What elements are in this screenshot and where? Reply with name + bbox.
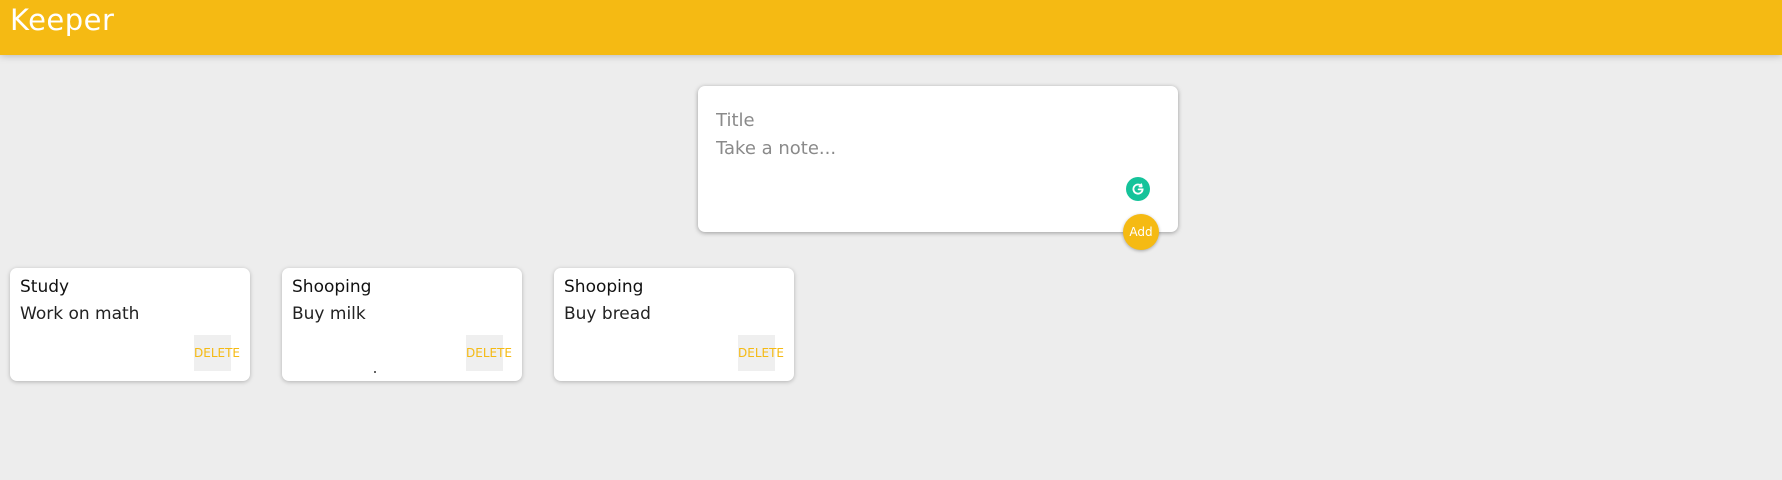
app-header: Keeper xyxy=(0,0,1782,55)
app-logo-text: Keeper xyxy=(10,3,115,37)
add-note-button[interactable]: Add xyxy=(1123,214,1159,250)
note-title: Shooping xyxy=(564,277,644,297)
create-note-form: Add xyxy=(698,86,1178,250)
grammarly-g-glyph xyxy=(1132,183,1144,195)
delete-note-button[interactable]: DELETE xyxy=(738,335,784,371)
note-content-textarea[interactable] xyxy=(716,138,1156,178)
grammarly-icon[interactable] xyxy=(1126,177,1150,201)
note-title: Shooping xyxy=(292,277,372,297)
note-content: Work on math xyxy=(20,304,140,324)
note-title-input[interactable] xyxy=(716,106,1156,134)
note-card: Shooping Buy bread DELETE xyxy=(554,268,794,381)
note-card: Study Work on math DELETE xyxy=(10,268,250,381)
note-title: Study xyxy=(20,277,70,297)
note-content: Buy milk xyxy=(292,304,366,324)
delete-note-button[interactable]: DELETE xyxy=(194,335,240,371)
cursor-dot xyxy=(374,371,376,373)
note-content: Buy bread xyxy=(564,304,651,324)
note-card: Shooping Buy milk DELETE xyxy=(282,268,522,381)
delete-note-button[interactable]: DELETE xyxy=(466,335,512,371)
